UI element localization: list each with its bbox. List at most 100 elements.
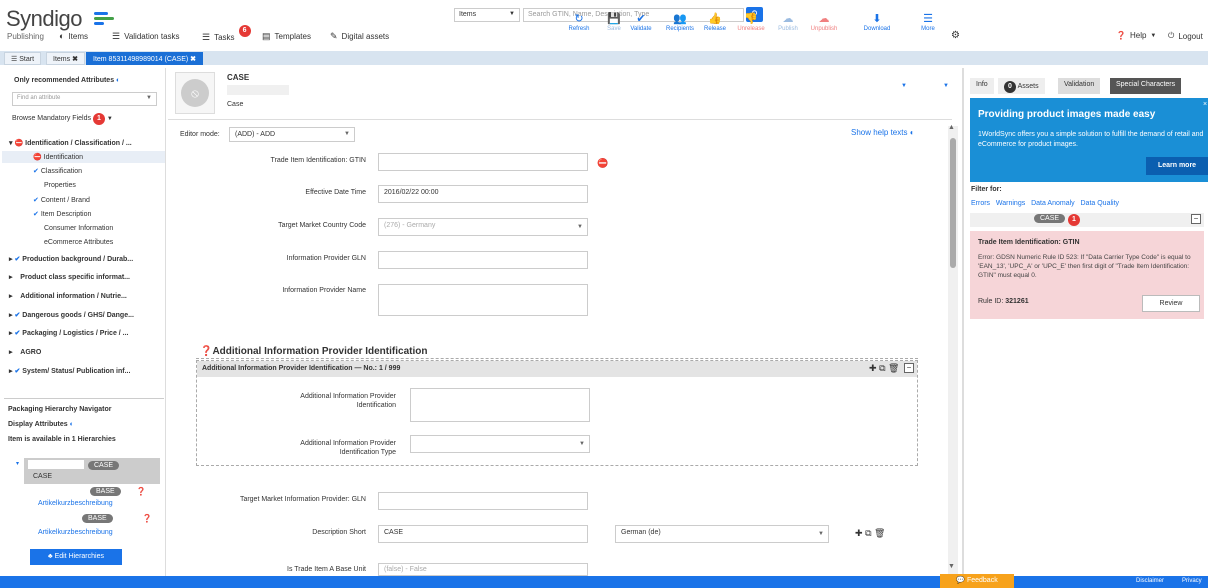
artikel-link[interactable]: Artikelkurzbeschreibung	[38, 529, 113, 536]
help-icon[interactable]: ❓	[136, 487, 146, 496]
search-category-select[interactable]: Items ▼	[454, 8, 520, 22]
target-market-select[interactable]: (276) - Germany ▼	[378, 218, 588, 236]
refresh-button[interactable]: ↻ Refresh	[561, 12, 597, 32]
download-icon: ⬇	[872, 13, 882, 25]
more-caret-icon[interactable]: ▼	[943, 83, 949, 89]
effective-date-input[interactable]: 2016/02/22 00:00	[378, 185, 588, 203]
edit-hierarchies-button[interactable]: ♣ Edit Hierarchies	[30, 549, 122, 565]
tree-node-additional-information[interactable]: ▸ Additional information / Nutrie...	[9, 292, 127, 300]
tree-node-consumer-information[interactable]: Consumer Information	[44, 225, 113, 232]
tab-items[interactable]: Items ✖	[46, 52, 85, 65]
nav-items[interactable]: ◐ Items	[59, 31, 88, 41]
trash-icon[interactable]: 🗑	[874, 528, 885, 538]
show-help-texts-toggle[interactable]: Show help texts ◐	[851, 128, 915, 137]
nav-digital-assets[interactable]: ✎ Digital assets	[330, 31, 389, 42]
nav-tasks[interactable]: ☰ Tasks 6	[202, 25, 251, 43]
tree-node-packaging-logistics[interactable]: ▸ ✔ Packaging / Logistics / Price / ...	[9, 329, 129, 337]
help-menu[interactable]: ❓ Help ▼	[1116, 31, 1156, 40]
tree-node-production-background[interactable]: ▸ ✔ Production background / Durab...	[9, 255, 133, 263]
review-button[interactable]: Review	[1142, 295, 1200, 312]
scroll-up-icon[interactable]: ▲	[948, 124, 955, 131]
tab-assets[interactable]: 0 Assets	[998, 78, 1045, 94]
logout-link[interactable]: ⏻ Logout	[1168, 31, 1203, 41]
description-short-input[interactable]: CASE	[378, 525, 588, 543]
aip-type-select[interactable]: ▼	[410, 435, 590, 453]
tab-info[interactable]: Info	[970, 78, 994, 94]
unrelease-button[interactable]: 👎 Unrelease	[733, 12, 769, 32]
tree-node-identification[interactable]: ⛔ Identification	[33, 153, 83, 161]
help-icon[interactable]: ❓	[142, 514, 152, 523]
recipients-button[interactable]: 👥 Recipients	[662, 12, 698, 32]
aip-id-textarea[interactable]	[410, 388, 590, 422]
gear-icon[interactable]: ⚙	[951, 30, 960, 41]
tree-node-product-class[interactable]: ▸ Product class specific informat...	[9, 273, 130, 281]
artikel-link[interactable]: Artikelkurzbeschreibung	[38, 500, 113, 507]
logo-mark-icon	[94, 12, 114, 26]
tab-start[interactable]: ☰ Start	[4, 52, 42, 65]
copy-icon[interactable]: ⧉	[865, 528, 871, 538]
tab-item-case[interactable]: Item 85311498989014 (CASE) ✖	[86, 52, 204, 65]
download-button[interactable]: ⬇ Download	[859, 12, 895, 32]
filter-data-quality[interactable]: Data Quality	[1081, 200, 1120, 207]
close-icon[interactable]: ✖	[190, 56, 196, 63]
tree-node-system-status[interactable]: ▸ ✔ System/ Status/ Publication inf...	[9, 367, 130, 375]
collapse-icon[interactable]: −	[1191, 214, 1201, 224]
unpublish-button[interactable]: ☁ Unpublish	[806, 12, 842, 32]
display-attributes-toggle[interactable]: Display Attributes ◐	[8, 421, 74, 428]
case-group-header[interactable]	[970, 213, 1204, 227]
items-icon: ◐	[59, 31, 65, 41]
help-icon: ❓	[1116, 31, 1126, 40]
info-provider-name-textarea[interactable]	[378, 284, 588, 316]
check-icon: ✔	[14, 368, 21, 375]
nav-validation-tasks[interactable]: ☰ Validation tasks	[112, 31, 180, 42]
scroll-down-icon[interactable]: ▼	[948, 563, 955, 570]
privacy-link[interactable]: Privacy	[1182, 578, 1202, 584]
feedback-button[interactable]: 💬 Feedback	[940, 574, 1014, 588]
tm-provider-gln-label: Target Market Information Provider: GLN	[239, 496, 366, 503]
item-gtin-field	[227, 85, 289, 95]
close-icon[interactable]: ×	[1203, 101, 1207, 108]
publish-button[interactable]: ☁ Publish	[770, 12, 806, 32]
more-button[interactable]: ☰ More	[910, 12, 946, 32]
tm-provider-gln-input[interactable]	[378, 492, 588, 510]
plus-icon[interactable]: ✚	[855, 528, 863, 538]
description-short-label: Description Short	[312, 529, 366, 536]
trash-icon[interactable]: 🗑	[888, 363, 899, 373]
close-icon[interactable]: ✖	[72, 56, 78, 63]
editor-mode-select[interactable]: (ADD) - ADD ▼	[229, 127, 355, 142]
promo-title: Providing product images made easy	[978, 109, 1156, 120]
tree-node-ecommerce-attributes[interactable]: eCommerce Attributes	[44, 239, 113, 246]
tree-node-properties[interactable]: Properties	[44, 182, 76, 189]
filter-errors[interactable]: Errors	[971, 200, 990, 207]
plus-icon[interactable]: ✚	[869, 363, 877, 373]
tree-node-agro[interactable]: ▸ AGRO	[9, 348, 41, 356]
base-unit-label: Is Trade Item A Base Unit	[287, 566, 366, 573]
browse-mandatory-fields[interactable]: Browse Mandatory Fields 1 ▼	[12, 113, 113, 125]
base-unit-select[interactable]: (false) - False	[378, 563, 588, 576]
download-caret-icon[interactable]: ▼	[901, 83, 907, 89]
gtin-input[interactable]	[378, 153, 588, 171]
filter-data-anomaly[interactable]: Data Anomaly	[1031, 200, 1075, 207]
tree-node-content-brand[interactable]: ✔ Content / Brand	[33, 196, 90, 204]
tree-node-dangerous-goods[interactable]: ▸ ✔ Dangerous goods / GHS/ Dange...	[9, 311, 134, 319]
nav-templates[interactable]: ▤ Templates	[262, 31, 311, 42]
collapse-icon[interactable]: −	[904, 363, 914, 373]
release-button[interactable]: 👍 Release	[697, 12, 733, 32]
toggle-icon[interactable]: ◐	[116, 77, 120, 84]
language-select[interactable]: German (de) ▼	[615, 525, 829, 543]
scrollbar-thumb[interactable]	[950, 138, 956, 268]
tab-validation[interactable]: Validation	[1058, 78, 1101, 94]
tree-node-classification[interactable]: ✔ Classification	[33, 167, 82, 175]
disclaimer-link[interactable]: Disclaimer	[1136, 578, 1164, 584]
learn-more-button[interactable]: Learn more	[1146, 157, 1208, 175]
tree-node-identification-group[interactable]: ▾ ⛔ Identification / Classification / ..…	[9, 139, 132, 147]
filter-warnings[interactable]: Warnings	[996, 200, 1025, 207]
tree-node-item-description[interactable]: ✔ Item Description	[33, 210, 91, 218]
help-icon: ❓	[200, 346, 213, 357]
caret-down-icon[interactable]: ▾	[16, 460, 19, 467]
find-attribute-input[interactable]: Find an attribute ▼	[12, 92, 157, 106]
tab-special-characters[interactable]: Special Characters	[1110, 78, 1182, 94]
validate-button[interactable]: ✔ Validate	[623, 12, 659, 32]
info-provider-gln-input[interactable]	[378, 251, 588, 269]
copy-icon[interactable]: ⧉	[879, 363, 885, 373]
